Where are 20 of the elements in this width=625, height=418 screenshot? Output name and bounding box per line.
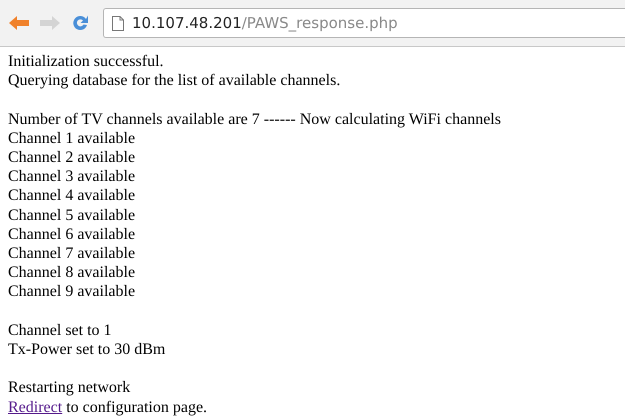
text-line: Channel set to 1 [8, 320, 112, 340]
text-line: Channel 7 available [8, 244, 136, 264]
text-line: Channel 1 available [8, 128, 136, 148]
address-field[interactable]: 10.107.48.201/PAWS_response.php [103, 8, 625, 38]
text-line: Channel 9 available [8, 282, 136, 302]
text-line: Initialization successful. [8, 52, 164, 72]
text-line: Tx-Power set to 30 dBm [8, 340, 166, 360]
redirect-link[interactable]: Redirect [8, 398, 62, 416]
text-line: Channel 8 available [8, 263, 136, 282]
text-line: Number of TV channels available are 7 ------ Now calculating WiFi channels [8, 110, 501, 129]
back-icon[interactable] [8, 14, 30, 32]
page-icon [112, 16, 124, 30]
text-line: Channel 3 available [8, 167, 136, 186]
text-line: Channel 6 available [8, 224, 136, 244]
text-line: Restarting network [8, 378, 130, 398]
text-line: Channel 2 available [8, 148, 136, 168]
text-line: Channel 5 available [8, 206, 136, 225]
text-line: Channel 4 available [8, 186, 136, 206]
text-line: Querying database for the list of available channels. [8, 71, 340, 90]
redirect-sentence: Redirect to configuration page. [8, 398, 208, 417]
